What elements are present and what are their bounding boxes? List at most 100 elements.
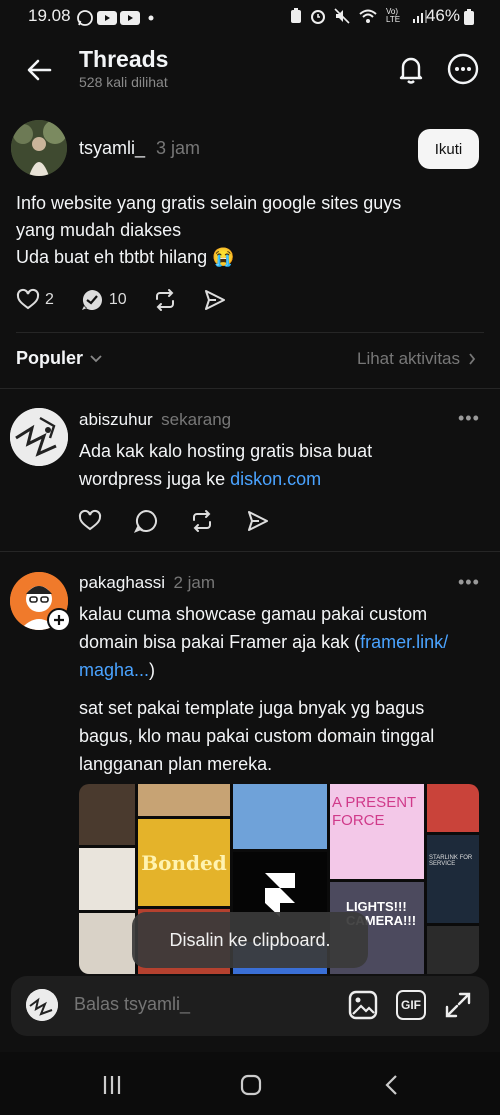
comment-icon [134, 509, 157, 533]
post-username[interactable]: tsyamli_ [79, 138, 145, 158]
image-tile [427, 784, 479, 833]
recents-icon [103, 1076, 121, 1094]
send-icon [248, 511, 268, 531]
image-tile [79, 912, 135, 974]
avatar-drawing [10, 408, 68, 466]
like-count: 2 [45, 291, 54, 308]
reply-input[interactable] [74, 994, 274, 1015]
reply-body-paragraph: sat set pakai template juga bnyak yg bag… [79, 694, 479, 778]
image-tile-starlink: STARLINK FOR SERVICE [427, 835, 479, 923]
view-count: 528 kali dilihat [79, 74, 168, 90]
reply-username[interactable]: pakaghassi [79, 573, 165, 592]
battery-icon [464, 9, 474, 25]
avatar-photo [11, 120, 67, 176]
expand-icon [445, 992, 471, 1018]
network-label: Vo) LTE [386, 7, 401, 24]
post-text-line: Uda buat eh tbtbt hilang 😭 [16, 247, 235, 267]
post-author: tsyamli_ 3 jam [79, 138, 200, 159]
home-button[interactable] [240, 1074, 262, 1096]
reply-bubble-icon [81, 290, 102, 310]
reply-text-line: kalau cuma showcase gamau pakai custom [79, 604, 428, 624]
more-options-button[interactable] [446, 52, 480, 86]
reply-text-fragment: wordpress juga ke [79, 469, 231, 489]
reply-link[interactable]: diskon.com [230, 469, 321, 489]
own-avatar [26, 989, 58, 1021]
repost-button[interactable] [153, 288, 177, 312]
reply-header: abiszuhur sekarang [79, 410, 231, 430]
reply-text-line: domain bisa pakai Framer aja kak (framer… [79, 628, 479, 656]
post-text-line: Info website yang gratis selain google s… [16, 193, 402, 213]
reply-text-line: magha...) [79, 656, 479, 684]
reply-actions [78, 509, 296, 533]
view-activity-label: Lihat aktivitas [357, 349, 460, 368]
post-actions: 2 10 [16, 288, 253, 312]
follow-button[interactable]: Ikuti [418, 129, 479, 169]
recent-apps-button[interactable] [101, 1074, 123, 1096]
like-button[interactable]: 2 [16, 288, 54, 312]
attach-image-button[interactable] [348, 990, 378, 1020]
reply-link[interactable]: framer.link/ [360, 632, 448, 652]
sort-dropdown[interactable]: Populer [16, 348, 103, 369]
avatar-drawing [26, 989, 58, 1021]
heart-icon [78, 509, 102, 531]
like-button[interactable] [78, 509, 102, 533]
youtube-icon-2 [120, 11, 140, 25]
reply-more-button[interactable]: ••• [458, 572, 480, 593]
wifi-icon [359, 9, 377, 23]
sort-label: Populer [16, 348, 84, 368]
reply-text-fragment: domain bisa pakai Framer aja kak ( [79, 632, 361, 652]
chevron-down-icon [90, 354, 102, 362]
heart-icon [16, 288, 40, 310]
reply-body: Ada kak kalo hosting gratis bisa buat wo… [79, 437, 479, 493]
system-back-button[interactable] [382, 1074, 402, 1096]
reply-button[interactable]: 10 [80, 288, 127, 312]
back-button[interactable] [22, 52, 58, 88]
youtube-icon [97, 11, 117, 25]
image-tile [79, 784, 135, 846]
bell-icon [399, 57, 423, 84]
reply-author-avatar[interactable] [10, 408, 68, 466]
reply-time: 2 jam [173, 573, 216, 592]
chevron-left-icon [385, 1075, 397, 1095]
toast-message: Disalin ke clipboard. [132, 912, 368, 968]
reply-text-line: sat set pakai template juga bnyak yg bag… [79, 698, 425, 718]
post-author-avatar[interactable] [11, 120, 67, 176]
gif-button[interactable]: GIF [396, 990, 426, 1020]
image-tile-present: A PRESENT FORCE [330, 784, 424, 879]
reply-text-line: wordpress juga ke diskon.com [79, 465, 479, 493]
repost-button[interactable] [190, 509, 214, 533]
divider [16, 332, 484, 333]
notifications-button[interactable] [394, 52, 428, 86]
view-activity-link[interactable]: Lihat aktivitas [357, 349, 476, 369]
plus-icon [54, 615, 64, 625]
system-icons: Vo) LTE [290, 8, 428, 24]
system-navigation-bar [0, 1052, 500, 1115]
mute-icon [334, 8, 350, 24]
post-body: Info website yang gratis selain google s… [16, 190, 476, 271]
expand-button[interactable] [444, 991, 472, 1019]
reply-time: sekarang [161, 410, 232, 429]
notification-icons [76, 9, 157, 27]
image-text: FORCE [332, 812, 385, 829]
reply-link-cont[interactable]: magha... [79, 660, 149, 680]
follow-plus-button[interactable] [47, 608, 71, 632]
reply-text-fragment: ) [149, 660, 156, 680]
more-circle-icon [447, 53, 479, 85]
reply-more-button[interactable]: ••• [458, 408, 480, 429]
page-title: Threads [79, 46, 169, 72]
home-icon [240, 1074, 262, 1096]
framer-logo-icon [265, 873, 295, 918]
post-time: 3 jam [156, 138, 201, 158]
whatsapp-icon [77, 10, 93, 26]
image-tile-bonded: Bonded [138, 819, 230, 907]
share-button[interactable] [246, 509, 270, 533]
status-time: 19.08 [28, 6, 71, 25]
reply-body: kalau cuma showcase gamau pakai custom d… [79, 600, 479, 684]
battery-saver-icon [291, 8, 301, 23]
arrow-left-icon [27, 59, 52, 81]
image-text: A PRESENT [332, 794, 417, 811]
repost-icon [155, 289, 174, 311]
reply-button[interactable] [134, 509, 158, 533]
share-button[interactable] [203, 288, 227, 312]
reply-username[interactable]: abiszuhur [79, 410, 153, 429]
